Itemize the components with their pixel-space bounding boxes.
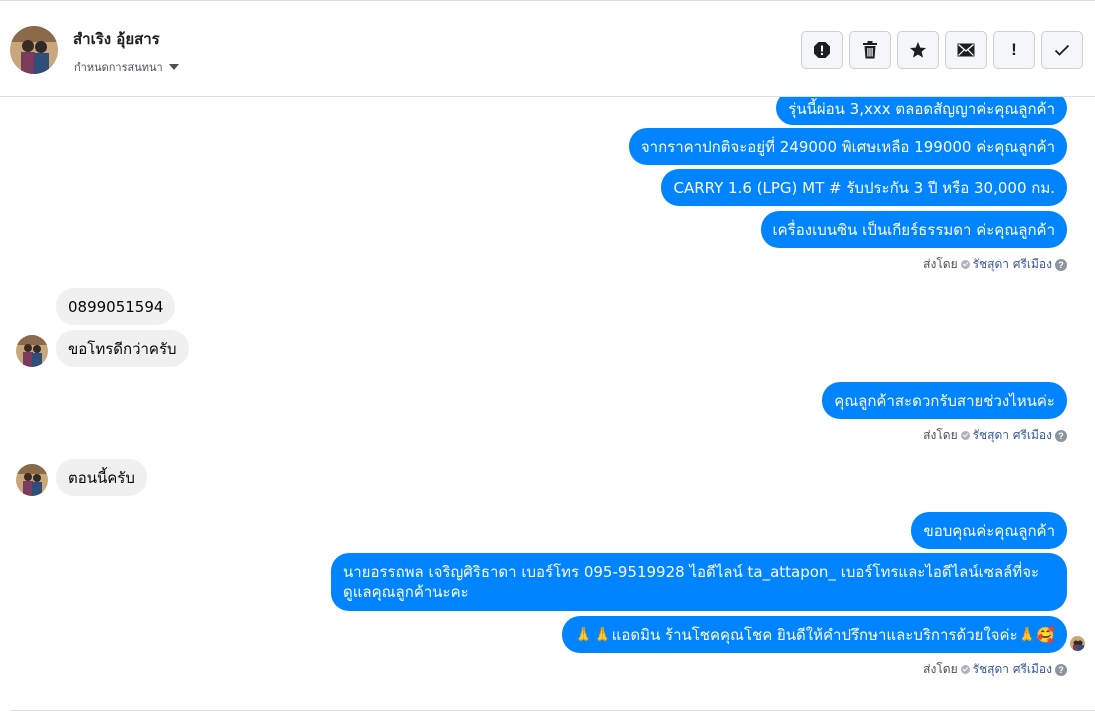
message-outgoing[interactable]: CARRY 1.6 (LPG) MT # รับประกัน 3 ปี หรือ… xyxy=(661,169,1067,206)
sent-by-prefix: ส่งโดย xyxy=(923,662,958,676)
sent-by-prefix: ส่งโดย xyxy=(923,428,958,442)
sender-name[interactable]: รัชสุดา ศรีเมือง xyxy=(973,660,1052,679)
envelope-icon xyxy=(957,43,975,57)
message-outgoing[interactable]: คุณลูกค้าสะดวกรับสายช่วงไหนค่ะ xyxy=(822,382,1067,419)
seen-avatar xyxy=(1070,636,1085,651)
trash-icon xyxy=(862,41,878,59)
message-outgoing[interactable]: ขอบคุณค่ะคุณลูกค้า xyxy=(911,512,1067,549)
contact-avatar[interactable] xyxy=(10,26,58,74)
alert-icon xyxy=(813,41,831,59)
help-icon[interactable]: ? xyxy=(1055,429,1067,442)
conversation-label-text: กำหนดการสนทนา xyxy=(74,61,163,74)
message-incoming[interactable]: ขอโทรดีกว่าครับ xyxy=(56,330,189,367)
sent-by-prefix: ส่งโดย xyxy=(923,257,958,271)
caret-down-icon xyxy=(168,64,179,70)
message-outgoing[interactable]: รุ่นนี้ผ่อน 3,xxx ตลอดสัญญาค่ะคุณลูกค้า xyxy=(776,97,1067,125)
contact-name[interactable]: สำเริง อุ้ยสาร xyxy=(73,27,160,51)
check-icon xyxy=(1054,44,1070,56)
conversation-label-dropdown[interactable]: กำหนดการสนทนา xyxy=(74,58,179,76)
delete-button[interactable] xyxy=(849,31,891,69)
help-icon[interactable]: ? xyxy=(1055,258,1067,271)
contact-avatar-small[interactable] xyxy=(16,335,48,367)
mark-done-button[interactable] xyxy=(1041,31,1083,69)
verified-check-icon xyxy=(960,431,970,440)
message-outgoing[interactable]: 🙏🙏แอดมิน ร้านโชคคุณโชค ยินดีให้คำปรึกษาแ… xyxy=(562,616,1067,653)
message-incoming[interactable]: ตอนนี้ครับ xyxy=(56,459,147,496)
help-icon[interactable]: ? xyxy=(1055,663,1067,676)
message-thread[interactable]: รุ่นนี้ผ่อน 3,xxx ตลอดสัญญาค่ะคุณลูกค้า … xyxy=(0,97,1095,709)
exclamation-icon: ! xyxy=(1011,40,1017,59)
message-outgoing[interactable]: จากราคาปกติจะอยู่ที่ 249000 พิเศษเหลือ 1… xyxy=(628,128,1067,165)
message-outgoing[interactable]: เครื่องเบนซิน เป็นเกียร์ธรรมดา ค่ะคุณลูก… xyxy=(760,211,1067,248)
verified-check-icon xyxy=(960,260,970,269)
star-icon xyxy=(909,41,927,59)
composer-divider xyxy=(10,710,1095,715)
sent-by-info: ส่งโดย รัชสุดา ศรีเมือง ? xyxy=(923,660,1067,679)
verified-check-icon xyxy=(960,665,970,674)
conversation-header: สำเริง อุ้ยสาร กำหนดการสนทนา ! xyxy=(0,0,1095,97)
sender-name[interactable]: รัชสุดา ศรีเมือง xyxy=(973,255,1052,274)
message-incoming[interactable]: 0899051594 xyxy=(56,288,176,325)
mark-unread-button[interactable] xyxy=(945,31,987,69)
contact-avatar-small[interactable] xyxy=(16,464,48,496)
message-outgoing[interactable]: นายอรรถพล เจริญศิริธาดา เบอร์โทร 095-951… xyxy=(331,553,1067,611)
sent-by-info: ส่งโดย รัชสุดา ศรีเมือง ? xyxy=(923,426,1067,445)
sender-name[interactable]: รัชสุดา ศรีเมือง xyxy=(973,426,1052,445)
sent-by-info: ส่งโดย รัชสุดา ศรีเมือง ? xyxy=(923,255,1067,274)
star-button[interactable] xyxy=(897,31,939,69)
conversation-toolbar: ! xyxy=(801,31,1083,69)
mark-spam-button[interactable] xyxy=(801,31,843,69)
follow-up-button[interactable]: ! xyxy=(993,31,1035,69)
